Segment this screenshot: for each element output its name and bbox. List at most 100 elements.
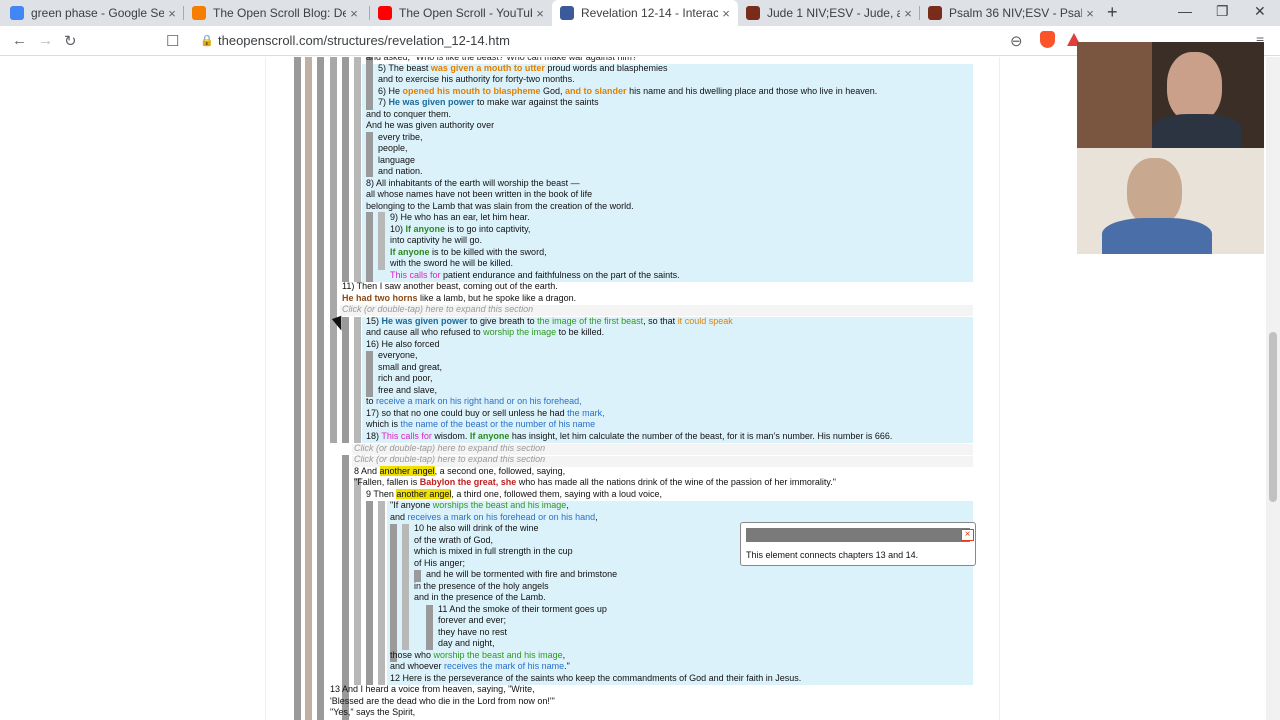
verse-line: into captivity he will go. (390, 235, 482, 246)
tab-title: green phase - Google Search (31, 6, 164, 20)
verse-text: is to go into captivity, (445, 224, 531, 234)
back-icon[interactable]: ← (12, 32, 27, 49)
browser-tab[interactable]: The Open Scroll - YouTube × (370, 0, 552, 26)
verse-line: "Yes," says the Spirit, (330, 707, 415, 718)
biblegateway-icon (746, 6, 760, 20)
verse-text: and in the presence of the Lamb. (414, 592, 546, 602)
verse-text: "Yes," says the Spirit, (330, 707, 416, 717)
expand-section-link[interactable]: Click (or double-tap) here to expand thi… (354, 454, 545, 465)
verse-line: "Fallen, fallen is Babylon the great, sh… (354, 477, 836, 488)
verse-text: rich and poor, (378, 373, 433, 383)
brave-shield-icon[interactable] (1040, 31, 1055, 48)
tab-separator (183, 6, 184, 20)
verse-text: they have no rest (438, 627, 508, 637)
verse-text: This calls for (381, 431, 432, 441)
bookmark-icon[interactable]: ☐ (166, 32, 179, 50)
tab-close-icon[interactable]: × (164, 6, 180, 21)
tab-title: The Open Scroll - YouTube (399, 6, 532, 20)
verse-text: Click (or double-tap) here to expand thi… (354, 454, 546, 464)
biblegateway-icon (928, 6, 942, 20)
verse-line: free and slave, (378, 385, 437, 396)
forward-icon[interactable]: → (38, 32, 53, 49)
verse-line: And he was given authority over (366, 120, 494, 131)
reload-icon[interactable]: ↻ (64, 32, 77, 50)
verse-text: which is (366, 419, 401, 429)
verse-text: the name of the beast or the number of h… (400, 419, 596, 429)
structure-bar (317, 57, 324, 720)
verse-text: language (378, 155, 416, 165)
tab-separator (919, 6, 920, 20)
tab-close-icon[interactable]: × (346, 6, 362, 21)
tab-title: The Open Scroll Blog: Decodin (213, 6, 346, 20)
verse-text: 6) He (378, 86, 403, 96)
browser-tab[interactable]: Jude 1 NIV;ESV - Jude, a servan× (738, 0, 920, 26)
minimize-button[interactable]: — (1178, 3, 1192, 19)
verse-text: to make war against the saints (474, 97, 599, 107)
close-window-button[interactable]: ✕ (1254, 3, 1266, 20)
verse-line: day and night, (438, 638, 495, 649)
verse-line: and receives a mark on his forehead or o… (390, 512, 598, 523)
popup-close-button[interactable]: × (961, 529, 974, 541)
structure-bar (342, 455, 349, 720)
structure-bar (330, 57, 337, 443)
browser-tab[interactable]: green phase - Google Search× (2, 0, 184, 26)
verse-text: the image of the first beast (537, 316, 644, 326)
tab-close-icon[interactable]: × (532, 6, 548, 21)
scrollbar-thumb[interactable] (1269, 332, 1277, 502)
expand-section-link[interactable]: Click (or double-tap) here to expand thi… (354, 443, 545, 454)
structure-bar (342, 317, 349, 443)
structure-bar (366, 64, 373, 110)
verse-text: 11) Then I saw another beast, coming out… (342, 281, 558, 291)
structure-bar (294, 57, 301, 720)
verse-line: rich and poor, (378, 373, 433, 384)
info-popup: × This element connects chapters 13 and … (740, 522, 976, 566)
verse-text: "If anyone (390, 500, 433, 510)
browser-tab[interactable]: Revelation 12-14 - Interactive× (552, 0, 738, 26)
verse-text: has insight, let him calculate the numbe… (509, 431, 893, 441)
verse-text: , so that (643, 316, 678, 326)
expand-section-link[interactable]: Click (or double-tap) here to expand thi… (342, 304, 533, 315)
zoom-icon[interactable]: ⊖ (1010, 32, 1023, 50)
verse-line: 9) He who has an ear, let him hear. (390, 212, 530, 223)
verse-text: to give breath to (467, 316, 538, 326)
structure-bar (366, 132, 373, 177)
verse-text: those who (390, 650, 434, 660)
verse-text: ." (564, 661, 570, 671)
verse-text: another angel (379, 466, 435, 476)
verse-text: patient endurance and faithfulness on th… (440, 270, 680, 280)
verse-text: Babylon the great, she (419, 477, 517, 487)
verse-text: small and great, (378, 362, 443, 372)
structure-bar (354, 317, 361, 443)
verse-line: language (378, 155, 415, 166)
verse-line: small and great, (378, 362, 442, 373)
browser-tab[interactable]: Psalm 36 NIV;ESV - Psalm 36 -× (920, 0, 1102, 26)
browser-tab[interactable]: The Open Scroll Blog: Decodin× (184, 0, 366, 26)
verse-text: of the wrath of God, (414, 535, 494, 545)
structure-bar (378, 501, 385, 685)
verse-text: and cause all who refused to (366, 327, 484, 337)
tab-close-icon[interactable]: × (718, 6, 734, 21)
verse-text: If anyone (405, 224, 446, 234)
maximize-button[interactable]: ❐ (1216, 3, 1229, 20)
verse-text: 17) so that no one could buy or sell unl… (366, 408, 568, 418)
verse-line: 16) He also forced (366, 339, 440, 350)
youtube-icon (378, 6, 392, 20)
verse-text: is to be killed with the sword, (429, 247, 547, 257)
structure-bar (378, 212, 385, 270)
address-bar[interactable]: theopenscroll.com/structures/revelation_… (218, 33, 510, 48)
verse-text: 16) He also forced (366, 339, 440, 349)
verse-line: forever and ever; (438, 615, 506, 626)
new-tab-button[interactable]: + (1107, 2, 1118, 23)
verse-line: and whoever receives the mark of his nam… (390, 661, 570, 672)
verse-text: 10 he also will drink of the wine (414, 523, 539, 533)
webcam-feed-2 (1077, 148, 1264, 254)
webcam-feed-1 (1077, 42, 1264, 148)
structure-bar (305, 57, 312, 720)
verse-text: another angel (396, 489, 452, 499)
verse-line: every tribe, (378, 132, 423, 143)
verse-line: 9 Then another angel, a third one, follo… (366, 489, 662, 500)
tab-close-icon[interactable]: × (1082, 6, 1098, 21)
tab-close-icon[interactable]: × (900, 6, 916, 21)
verse-text: 11 And the smoke of their torment goes u… (438, 604, 607, 614)
verse-text: in the presence of the holy angels (414, 581, 549, 591)
